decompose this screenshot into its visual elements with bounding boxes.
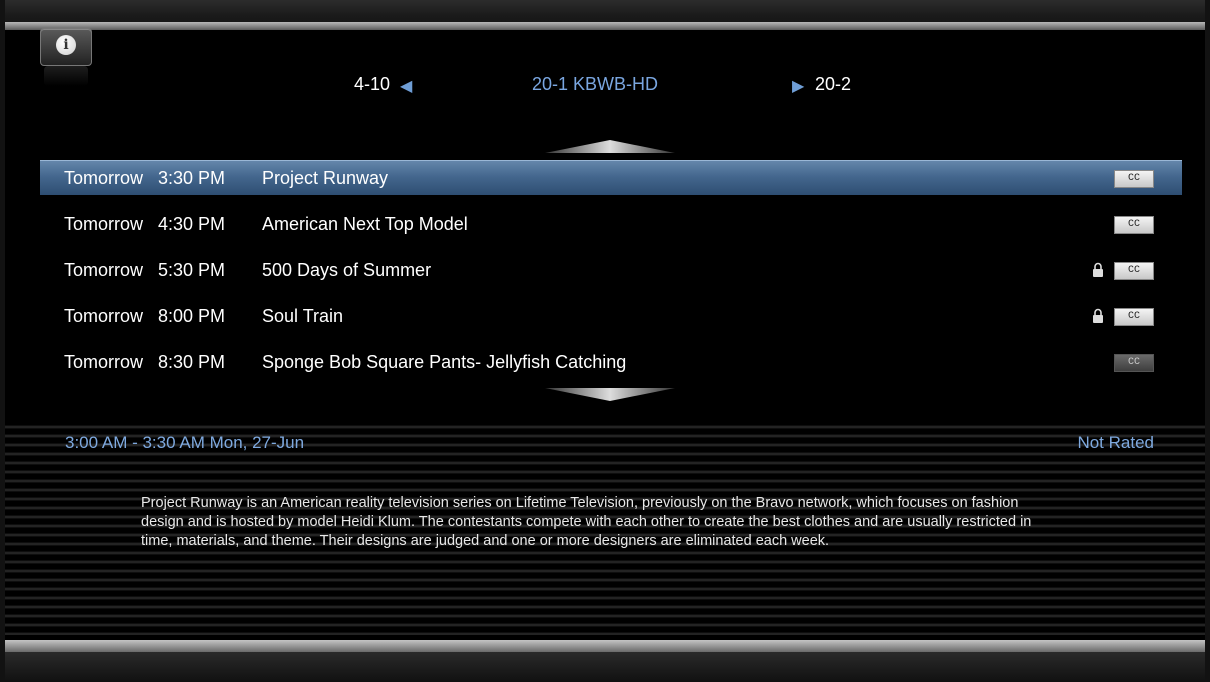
- current-channel: 20-1 KBWB-HD: [532, 74, 659, 94]
- row-time: 8:00 PM: [158, 306, 226, 326]
- schedule-row[interactable]: Tomorrow 3:30 PM Project Runway CC: [40, 160, 1182, 195]
- schedule-row[interactable]: Tomorrow 8:30 PM Sponge Bob Square Pants- …: [40, 345, 1182, 379]
- row-day: Tomorrow: [64, 260, 144, 280]
- prev-channel-label[interactable]: 4-10: [354, 74, 390, 95]
- schedule-row[interactable]: Tomorrow 5:30 PM 500 Days of Summer CC: [40, 253, 1182, 287]
- row-day: Tomorrow: [64, 352, 144, 372]
- schedule-row[interactable]: Tomorrow 8:00 PM Soul Train CC: [40, 299, 1182, 333]
- row-title: American Next Top Model: [262, 214, 468, 234]
- schedule-row[interactable]: Tomorrow 4:30 PM American Next Top Model CC: [40, 207, 1182, 241]
- scroll-up-arrow-icon[interactable]: [545, 139, 675, 153]
- bottom-rail: [5, 640, 1205, 652]
- rating-label: Not Rated: [1077, 433, 1154, 452]
- next-channel-label[interactable]: 20-2: [815, 74, 851, 95]
- scroll-down-arrow-icon[interactable]: [545, 388, 675, 402]
- row-title: 500 Days of Summer: [262, 260, 432, 280]
- row-title: Soul Train: [262, 306, 344, 326]
- closed-caption-badge: CC: [1114, 354, 1154, 372]
- lock-icon: [1093, 308, 1103, 323]
- info-button-reflection: [44, 66, 88, 86]
- row-day: Tomorrow: [64, 306, 144, 326]
- row-time: 5:30 PM: [158, 260, 226, 280]
- row-time: 4:30 PM: [158, 214, 226, 234]
- prev-channel-arrow-icon[interactable]: ◀: [400, 76, 412, 96]
- row-time: 8:30 PM: [158, 352, 226, 372]
- row-day: Tomorrow: [64, 168, 144, 188]
- row-time: 3:30 PM: [158, 168, 226, 188]
- next-channel-arrow-icon[interactable]: ▶: [792, 76, 804, 96]
- closed-caption-badge: CC: [1114, 308, 1154, 326]
- lock-icon: [1093, 262, 1103, 277]
- row-title: Sponge Bob Square Pants- Jellyfish Catch…: [262, 352, 627, 372]
- info-icon: i: [56, 35, 76, 55]
- bottom-bezel: [5, 652, 1205, 682]
- row-title: Project Runway: [262, 168, 389, 188]
- row-day: Tomorrow: [64, 214, 144, 234]
- top-rail: [5, 22, 1205, 30]
- info-button[interactable]: i: [40, 28, 92, 66]
- program-description: Project Runway is an American reality te…: [141, 495, 1032, 549]
- closed-caption-badge: CC: [1114, 170, 1154, 188]
- closed-caption-badge: CC: [1114, 216, 1154, 234]
- closed-caption-badge: CC: [1114, 262, 1154, 280]
- airing-time-range: 3:00 AM - 3:30 AM Mon, 27-Jun: [65, 433, 305, 452]
